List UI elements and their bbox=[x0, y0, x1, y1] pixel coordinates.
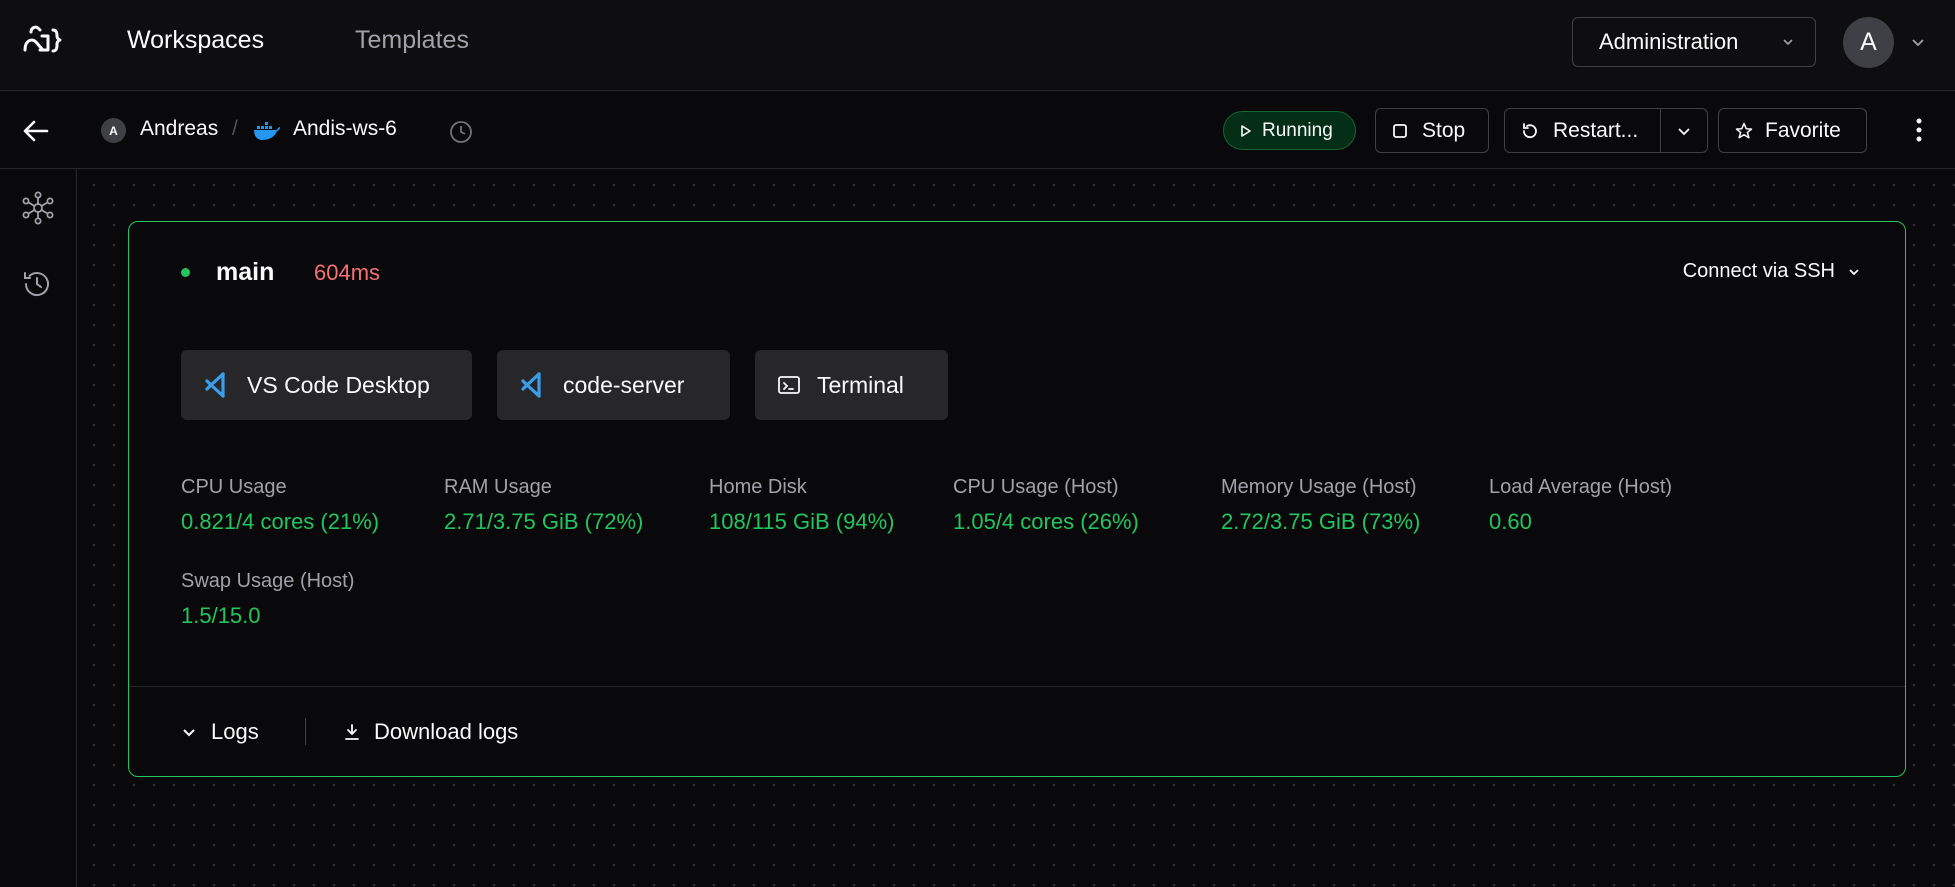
restart-button[interactable]: Restart... bbox=[1504, 108, 1661, 153]
metric-value: 1.05/4 cores (26%) bbox=[953, 509, 1139, 534]
download-logs-label: Download logs bbox=[374, 719, 519, 744]
user-avatar[interactable]: A bbox=[1843, 17, 1894, 68]
metric-swap-usage-host: Swap Usage (Host) 1.5/15.0 bbox=[181, 570, 354, 629]
metric-value: 0.821/4 cores (21%) bbox=[181, 509, 380, 534]
metric-value: 1.5/15.0 bbox=[181, 603, 261, 628]
metric-value: 2.71/3.75 GiB (72%) bbox=[444, 509, 644, 534]
favorite-button[interactable]: Favorite bbox=[1718, 108, 1867, 153]
nav-workspaces-link[interactable]: Workspaces bbox=[127, 26, 264, 55]
workspace-sidebar bbox=[0, 169, 77, 887]
download-logs-button[interactable]: Download logs bbox=[344, 719, 518, 745]
breadcrumb-owner[interactable]: Andreas bbox=[140, 117, 218, 141]
docker-icon bbox=[254, 122, 280, 140]
vscode-icon bbox=[205, 372, 225, 398]
metric-value: 2.72/3.75 GiB (73%) bbox=[1221, 509, 1421, 534]
administration-label: Administration bbox=[1599, 29, 1739, 54]
terminal-button[interactable]: Terminal bbox=[755, 350, 948, 420]
metric-label: Load Average (Host) bbox=[1489, 476, 1673, 498]
metric-cpu-usage: CPU Usage 0.821/4 cores (21%) bbox=[181, 476, 379, 535]
metric-label: CPU Usage (Host) bbox=[953, 476, 1119, 498]
user-menu-chevron-icon[interactable] bbox=[1910, 34, 1926, 50]
restart-options-button[interactable] bbox=[1660, 108, 1708, 153]
code-server-button[interactable]: code-server bbox=[497, 350, 730, 420]
favorite-label: Favorite bbox=[1765, 118, 1841, 142]
administration-dropdown[interactable]: Administration bbox=[1572, 17, 1816, 67]
metric-ram-usage: RAM Usage 2.71/3.75 GiB (72%) bbox=[444, 476, 643, 535]
resources-graph-icon[interactable] bbox=[21, 191, 55, 225]
clock-icon[interactable] bbox=[449, 120, 473, 144]
card-divider bbox=[129, 686, 1905, 687]
app-label: code-server bbox=[563, 371, 685, 398]
metric-value: 0.60 bbox=[1489, 509, 1532, 534]
play-icon bbox=[1241, 124, 1251, 137]
logs-toggle-button[interactable]: Logs bbox=[181, 719, 259, 745]
app-label: VS Code Desktop bbox=[247, 371, 430, 398]
breadcrumb-separator: / bbox=[232, 117, 238, 140]
logs-label: Logs bbox=[211, 719, 259, 744]
metric-label: Memory Usage (Host) bbox=[1221, 476, 1417, 498]
connect-via-ssh-button[interactable]: Connect via SSH bbox=[1683, 260, 1861, 283]
agent-card: main 604ms Connect via SSH VS Code Deskt… bbox=[128, 221, 1906, 777]
logs-separator bbox=[305, 718, 306, 745]
metric-value: 108/115 GiB (94%) bbox=[709, 509, 895, 534]
coder-logo-icon[interactable] bbox=[22, 22, 64, 58]
breadcrumb-workspace-name[interactable]: Andis-ws-6 bbox=[293, 117, 397, 141]
owner-avatar: A bbox=[101, 118, 126, 143]
chevron-down-icon bbox=[1783, 39, 1793, 46]
stop-icon bbox=[1393, 123, 1407, 138]
chevron-down-icon bbox=[1678, 127, 1690, 135]
metric-memory-usage-host: Memory Usage (Host) 2.72/3.75 GiB (73%) bbox=[1221, 476, 1420, 535]
app-label: Terminal bbox=[817, 371, 904, 398]
workspace-topbar: A Andreas / Andis-ws-6 Running Stop Rest… bbox=[0, 92, 1955, 169]
agent-status-dot bbox=[181, 268, 190, 277]
history-icon[interactable] bbox=[21, 268, 53, 300]
status-badge: Running bbox=[1223, 111, 1356, 150]
restart-label: Restart... bbox=[1553, 118, 1639, 142]
stop-label: Stop bbox=[1422, 118, 1466, 142]
chevron-down-icon bbox=[183, 729, 195, 737]
status-label: Running bbox=[1262, 119, 1333, 141]
terminal-icon bbox=[778, 376, 800, 394]
ssh-label: Connect via SSH bbox=[1682, 260, 1835, 282]
top-navigation-bar: Workspaces Templates Administration A bbox=[0, 0, 1955, 91]
vscode-desktop-button[interactable]: VS Code Desktop bbox=[181, 350, 472, 420]
restart-icon bbox=[1523, 122, 1537, 138]
vscode-icon bbox=[521, 372, 541, 398]
metric-label: CPU Usage bbox=[181, 476, 287, 498]
metric-load-average-host: Load Average (Host) 0.60 bbox=[1489, 476, 1672, 535]
stop-button[interactable]: Stop bbox=[1375, 108, 1489, 153]
download-icon bbox=[345, 724, 359, 740]
star-icon bbox=[1735, 122, 1753, 138]
metric-label: Home Disk bbox=[709, 476, 807, 498]
more-options-icon[interactable] bbox=[1912, 117, 1926, 143]
nav-templates-link[interactable]: Templates bbox=[355, 26, 469, 55]
agent-name: main bbox=[216, 258, 275, 286]
chevron-down-icon bbox=[1849, 268, 1859, 275]
metric-label: Swap Usage (Host) bbox=[181, 570, 355, 592]
back-arrow-icon[interactable] bbox=[22, 118, 50, 144]
metric-cpu-usage-host: CPU Usage (Host) 1.05/4 cores (26%) bbox=[953, 476, 1139, 535]
metric-home-disk: Home Disk 108/115 GiB (94%) bbox=[709, 476, 894, 535]
metric-label: RAM Usage bbox=[444, 476, 552, 498]
agent-latency: 604ms bbox=[314, 260, 381, 285]
